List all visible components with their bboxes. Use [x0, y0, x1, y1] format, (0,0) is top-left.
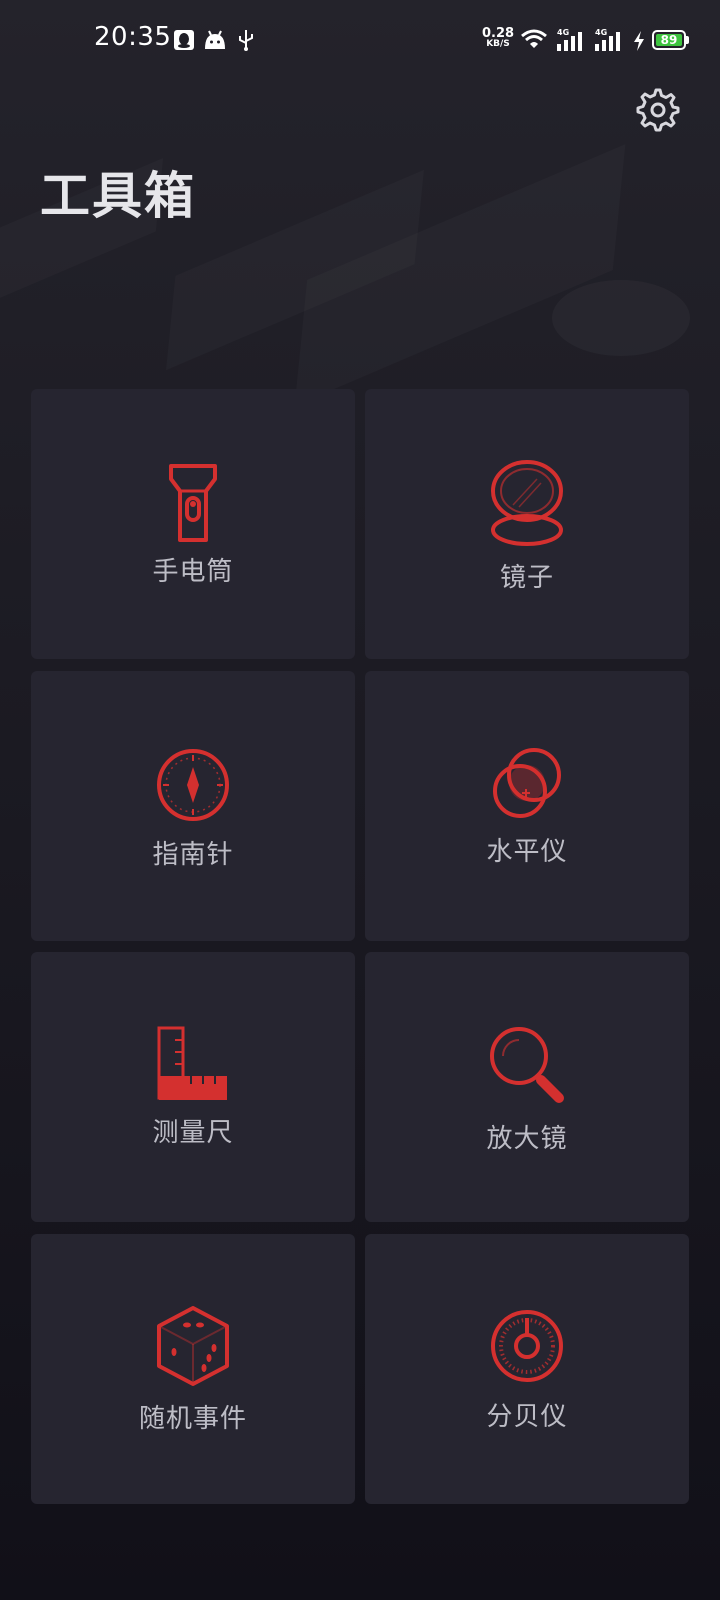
background-decoration [295, 144, 626, 406]
tool-tile-random-event[interactable]: 随机事件 [31, 1234, 355, 1504]
tool-tile-level[interactable]: 水平仪 [365, 671, 689, 941]
flashlight-icon [169, 464, 217, 542]
tool-label: 指南针 [152, 840, 234, 870]
battery-icon: 89 [652, 30, 686, 50]
battery-tip [686, 36, 689, 44]
qq-icon [174, 30, 194, 50]
tool-label: 镜子 [499, 563, 554, 593]
ruler-icon [157, 1026, 227, 1100]
magnifier-icon [490, 1027, 564, 1103]
decibel-meter-icon [491, 1310, 563, 1382]
tool-label: 水平仪 [486, 837, 568, 867]
usb-icon [239, 30, 253, 51]
compass-icon [157, 749, 229, 821]
wifi-icon [521, 29, 547, 48]
tool-label: 分贝仪 [486, 1402, 568, 1432]
status-bar: 20:35 0.28 KB/S 4G 4G 89 [0, 0, 720, 82]
dice-icon [157, 1306, 229, 1386]
page-title: 工具箱 [40, 167, 196, 225]
signal-icon [595, 32, 620, 51]
tool-label: 随机事件 [138, 1404, 247, 1434]
tool-tile-decibel-meter[interactable]: 分贝仪 [365, 1234, 689, 1504]
level-icon [493, 748, 561, 818]
network-speed: 0.28 KB/S [482, 26, 515, 50]
tool-label: 测量尺 [152, 1118, 234, 1148]
network-speed-unit: KB/S [486, 39, 510, 49]
charging-icon [634, 31, 644, 51]
signal-icon [557, 32, 582, 51]
gear-icon [636, 88, 680, 132]
screen: 20:35 0.28 KB/S 4G 4G 89 工具箱 手电筒 镜子 指南针 … [0, 0, 720, 1600]
battery-level: 89 [656, 34, 682, 46]
tool-label: 手电筒 [152, 557, 234, 587]
tool-tile-ruler[interactable]: 测量尺 [31, 952, 355, 1222]
tool-label: 放大镜 [486, 1124, 568, 1154]
tool-tile-flashlight[interactable]: 手电筒 [31, 389, 355, 659]
tool-tile-mirror[interactable]: 镜子 [365, 389, 689, 659]
tool-tile-compass[interactable]: 指南针 [31, 671, 355, 941]
tool-tile-magnifier[interactable]: 放大镜 [365, 952, 689, 1222]
mirror-icon [491, 460, 563, 546]
android-icon [205, 30, 225, 49]
network-speed-value: 0.28 [482, 26, 515, 41]
status-time: 20:35 [94, 22, 172, 52]
background-decoration [552, 280, 690, 356]
settings-button[interactable] [636, 88, 680, 132]
